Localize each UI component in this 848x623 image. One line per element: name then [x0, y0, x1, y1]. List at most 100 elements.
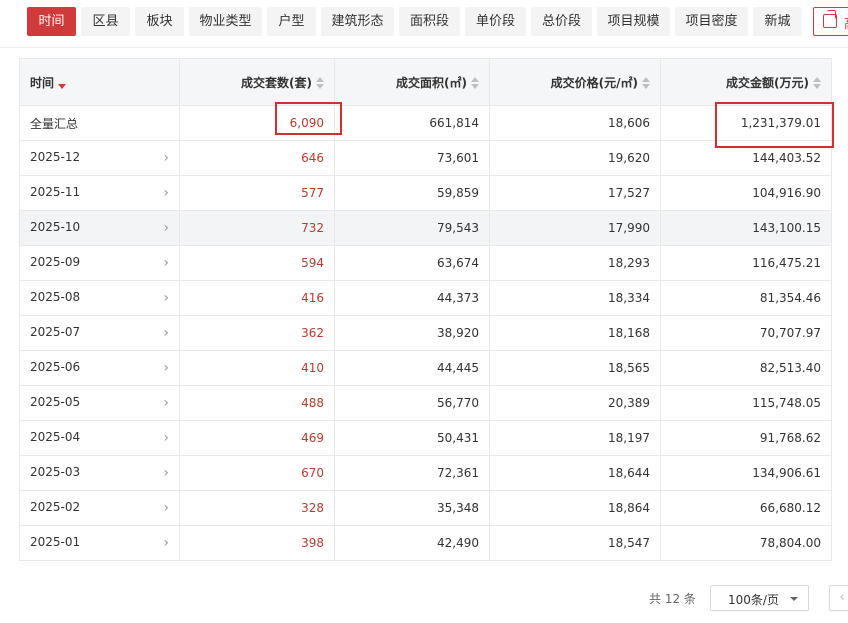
row-month[interactable]: 2025-01 ›: [19, 525, 180, 561]
chevron-down-icon: [790, 597, 798, 601]
summary-label: 全量汇总: [19, 105, 180, 141]
row-units[interactable]: 646: [179, 140, 335, 176]
row-month[interactable]: 2025-07 ›: [19, 315, 180, 351]
row-month[interactable]: 2025-11 ›: [19, 175, 180, 211]
chevron-right-icon[interactable]: ›: [163, 360, 169, 376]
chevron-right-icon[interactable]: ›: [163, 220, 169, 236]
tab-area-range[interactable]: 面积段: [399, 7, 460, 36]
copy-icon: [823, 10, 837, 28]
page-size-value: 100条/页: [728, 593, 779, 607]
row-units[interactable]: 594: [179, 245, 335, 281]
row-price: 17,527: [489, 175, 661, 211]
table-row[interactable]: 2025-07 › 362 38,920 18,168 70,707.97: [19, 315, 832, 351]
table-row[interactable]: 2025-02 › 328 35,348 18,864 66,680.12: [19, 490, 832, 526]
row-month[interactable]: 2025-06 ›: [19, 350, 180, 386]
header-amount[interactable]: 成交金额(万元): [660, 58, 832, 106]
chevron-right-icon[interactable]: ›: [163, 430, 169, 446]
row-month[interactable]: 2025-10 ›: [19, 210, 180, 246]
header-units[interactable]: 成交套数(套): [179, 58, 335, 106]
chevron-right-icon[interactable]: ›: [163, 290, 169, 306]
copy-button[interactable]: 高: [813, 7, 848, 36]
sort-icon[interactable]: [642, 77, 650, 89]
pagination: 共 12 条 100条/页 ‹: [0, 585, 848, 611]
row-units[interactable]: 362: [179, 315, 335, 351]
row-amount: 66,680.12: [660, 490, 832, 526]
row-month[interactable]: 2025-05 ›: [19, 385, 180, 421]
transaction-table: 时间 成交套数(套) 成交面积(㎡) 成交价格(元/㎡) 成交金额(万元) 全量…: [19, 58, 832, 561]
row-area: 44,373: [334, 280, 490, 316]
tab-unit-price-range[interactable]: 单价段: [465, 7, 526, 36]
row-month[interactable]: 2025-04 ›: [19, 420, 180, 456]
table-row[interactable]: 2025-05 › 488 56,770 20,389 115,748.05: [19, 385, 832, 421]
row-price: 19,620: [489, 140, 661, 176]
chevron-right-icon[interactable]: ›: [163, 150, 169, 166]
table-row[interactable]: 2025-01 › 398 42,490 18,547 78,804.00: [19, 525, 832, 561]
table-header-row: 时间 成交套数(套) 成交面积(㎡) 成交价格(元/㎡) 成交金额(万元): [19, 58, 832, 106]
sort-desc-icon[interactable]: [58, 77, 67, 89]
sort-icon[interactable]: [471, 77, 479, 89]
tab-building-form[interactable]: 建筑形态: [321, 7, 394, 36]
row-units[interactable]: 670: [179, 455, 335, 491]
row-price: 20,389: [489, 385, 661, 421]
row-area: 73,601: [334, 140, 490, 176]
table-row[interactable]: 2025-04 › 469 50,431 18,197 91,768.62: [19, 420, 832, 456]
sort-icon[interactable]: [316, 77, 324, 89]
header-area[interactable]: 成交面积(㎡): [334, 58, 490, 106]
tab-time[interactable]: 时间: [27, 7, 76, 36]
row-units[interactable]: 410: [179, 350, 335, 386]
header-time[interactable]: 时间: [19, 58, 180, 106]
table-row[interactable]: 2025-12 › 646 73,601 19,620 144,403.52: [19, 140, 832, 176]
table-row[interactable]: 2025-10 › 732 79,543 17,990 143,100.15: [19, 210, 832, 246]
row-units[interactable]: 488: [179, 385, 335, 421]
chevron-right-icon[interactable]: ›: [163, 465, 169, 481]
table-row[interactable]: 2025-08 › 416 44,373 18,334 81,354.46: [19, 280, 832, 316]
table-row[interactable]: 2025-06 › 410 44,445 18,565 82,513.40: [19, 350, 832, 386]
row-month[interactable]: 2025-02 ›: [19, 490, 180, 526]
table-row[interactable]: 2025-03 › 670 72,361 18,644 134,906.61: [19, 455, 832, 491]
chevron-right-icon[interactable]: ›: [163, 500, 169, 516]
row-area: 50,431: [334, 420, 490, 456]
sort-icon[interactable]: [813, 77, 821, 89]
tab-new-town[interactable]: 新城: [753, 7, 802, 36]
row-units[interactable]: 469: [179, 420, 335, 456]
chevron-right-icon[interactable]: ›: [163, 325, 169, 341]
row-amount: 70,707.97: [660, 315, 832, 351]
copy-button-label: 高: [844, 13, 848, 32]
page-size-select[interactable]: 100条/页: [710, 585, 809, 611]
row-units[interactable]: 732: [179, 210, 335, 246]
tab-property-type[interactable]: 物业类型: [189, 7, 262, 36]
row-area: 79,543: [334, 210, 490, 246]
chevron-right-icon[interactable]: ›: [163, 395, 169, 411]
row-month[interactable]: 2025-09 ›: [19, 245, 180, 281]
tab-total-price-range[interactable]: 总价段: [531, 7, 592, 36]
table-row[interactable]: 2025-11 › 577 59,859 17,527 104,916.90: [19, 175, 832, 211]
tab-district[interactable]: 区县: [81, 7, 130, 36]
table-row[interactable]: 2025-09 › 594 63,674 18,293 116,475.21: [19, 245, 832, 281]
tab-project-density[interactable]: 项目密度: [675, 7, 748, 36]
row-amount: 91,768.62: [660, 420, 832, 456]
summary-row: 全量汇总 6,090 661,814 18,606 1,231,379.01: [19, 105, 832, 141]
row-units[interactable]: 416: [179, 280, 335, 316]
row-month[interactable]: 2025-12 ›: [19, 140, 180, 176]
header-price[interactable]: 成交价格(元/㎡): [489, 58, 661, 106]
tab-project-scale[interactable]: 项目规模: [597, 7, 670, 36]
row-area: 38,920: [334, 315, 490, 351]
chevron-right-icon[interactable]: ›: [163, 535, 169, 551]
tab-layout[interactable]: 户型: [267, 7, 316, 36]
summary-area: 661,814: [334, 105, 490, 141]
row-amount: 143,100.15: [660, 210, 832, 246]
chevron-right-icon[interactable]: ›: [163, 255, 169, 271]
row-month[interactable]: 2025-03 ›: [19, 455, 180, 491]
row-area: 59,859: [334, 175, 490, 211]
row-units[interactable]: 577: [179, 175, 335, 211]
row-units[interactable]: 328: [179, 490, 335, 526]
row-price: 18,565: [489, 350, 661, 386]
row-area: 56,770: [334, 385, 490, 421]
chevron-right-icon[interactable]: ›: [163, 185, 169, 201]
tab-block[interactable]: 板块: [135, 7, 184, 36]
row-price: 18,168: [489, 315, 661, 351]
row-month[interactable]: 2025-08 ›: [19, 280, 180, 316]
row-units[interactable]: 398: [179, 525, 335, 561]
prev-page-button[interactable]: ‹: [829, 585, 848, 611]
row-amount: 81,354.46: [660, 280, 832, 316]
